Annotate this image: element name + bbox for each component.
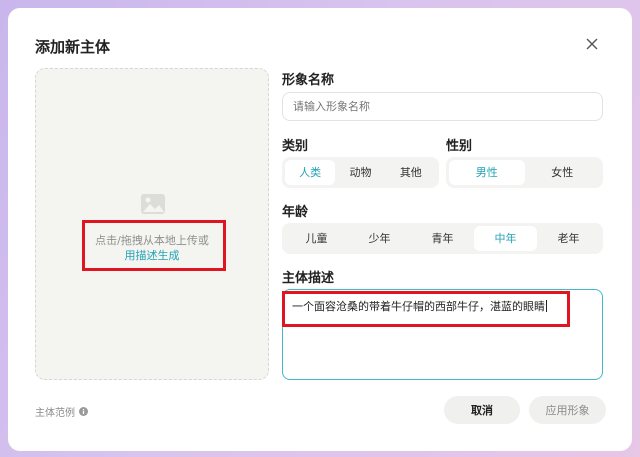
gender-option-female[interactable]: 女性 [525,160,601,185]
dialog-title: 添加新主体 [35,38,111,56]
name-input[interactable] [282,92,603,121]
gender-option-male[interactable]: 男性 [449,160,525,185]
age-option-teen[interactable]: 少年 [348,226,411,251]
upload-highlight-box [82,220,226,271]
category-option-animal[interactable]: 动物 [335,160,385,185]
category-option-other[interactable]: 其他 [386,160,436,185]
subject-example-label: 主体范例 [35,408,75,419]
cancel-button[interactable]: 取消 [444,396,520,424]
subject-example-link[interactable]: 主体范例 [35,404,88,419]
category-option-human[interactable]: 人类 [285,160,336,185]
close-button[interactable] [582,34,602,54]
category-selector: 人类 动物 其他 [282,157,439,188]
gender-label: 性别 [446,139,473,154]
description-highlight-box [282,291,570,327]
add-subject-dialog: 添加新主体 点击/拖拽从本地上传或 用描述生成 形象名称 类别 人类 动物 其他… [8,8,632,451]
age-option-middle-aged[interactable]: 中年 [474,226,537,251]
description-label: 主体描述 [282,271,335,286]
name-label: 形象名称 [282,73,335,88]
age-option-youth[interactable]: 青年 [411,226,474,251]
info-icon [79,407,88,416]
image-icon [141,194,165,214]
apply-button[interactable]: 应用形象 [529,396,606,424]
age-option-child[interactable]: 儿童 [285,226,348,251]
age-selector: 儿童 少年 青年 中年 老年 [282,223,603,254]
age-label: 年龄 [282,205,309,220]
category-label: 类别 [282,139,309,154]
age-option-elderly[interactable]: 老年 [537,226,600,251]
close-icon [586,38,598,50]
gender-selector: 男性 女性 [446,157,603,188]
